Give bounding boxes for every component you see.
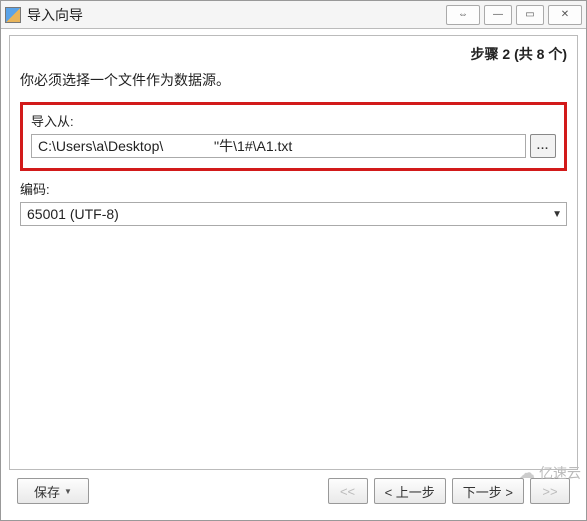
encoding-select[interactable]: 65001 (UTF-8) ▼ (20, 202, 567, 226)
encoding-value: 65001 (UTF-8) (27, 206, 119, 222)
titlebar-buttons: ⇔ — ▭ ✕ (446, 5, 582, 25)
inner-panel: 步骤 2 (共 8 个) 你必须选择一个文件作为数据源。 导入从: ... 编码… (9, 35, 578, 470)
next-step-button[interactable]: 下一步 > (452, 478, 524, 504)
first-page-button[interactable]: << (328, 478, 368, 504)
maximize-button[interactable]: ▭ (516, 5, 544, 25)
swap-button[interactable]: ⇔ (446, 5, 480, 25)
last-page-button[interactable]: >> (530, 478, 570, 504)
titlebar: 导入向导 ⇔ — ▭ ✕ (1, 1, 586, 29)
instruction-text: 你必须选择一个文件作为数据源。 (20, 70, 567, 90)
content-area: 步骤 2 (共 8 个) 你必须选择一个文件作为数据源。 导入从: ... 编码… (1, 29, 586, 520)
step-indicator: 步骤 2 (共 8 个) (20, 42, 567, 70)
close-button[interactable]: ✕ (548, 5, 582, 25)
import-from-input[interactable] (31, 134, 526, 158)
import-from-label: 导入从: (31, 111, 556, 130)
app-icon (5, 7, 21, 23)
save-button-label: 保存 (34, 482, 60, 501)
dropdown-arrow-icon: ▼ (552, 209, 562, 220)
save-button[interactable]: 保存 ▼ (17, 478, 89, 504)
import-from-highlight: 导入从: ... (20, 102, 567, 171)
browse-button[interactable]: ... (530, 134, 556, 158)
previous-step-button[interactable]: < 上一步 (374, 478, 446, 504)
window-title: 导入向导 (27, 5, 446, 25)
encoding-label: 编码: (20, 179, 567, 198)
import-wizard-window: 导入向导 ⇔ — ▭ ✕ 步骤 2 (共 8 个) 你必须选择一个文件作为数据源… (0, 0, 587, 521)
button-bar: 保存 ▼ << < 上一步 下一步 > >> (9, 470, 578, 512)
import-from-row: ... (31, 134, 556, 158)
minimize-button[interactable]: — (484, 5, 512, 25)
chevron-down-icon: ▼ (64, 487, 72, 496)
